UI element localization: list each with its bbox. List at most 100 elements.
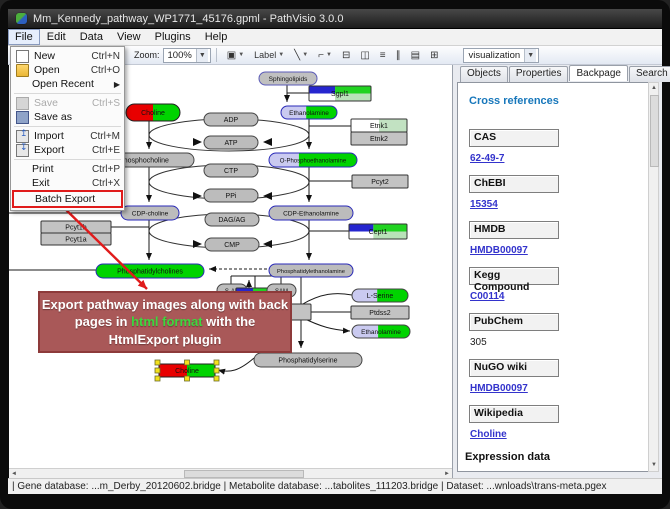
menu-item-spacer [14,164,28,175]
stack-vertical[interactable]: ∥ [392,48,405,63]
selection-handle[interactable] [155,368,160,373]
node-atp[interactable]: ATP [204,136,258,149]
tab-backpage[interactable]: Backpage [569,65,627,81]
node-sphingolipids[interactable]: Sphingolipids [259,72,317,85]
tab-properties[interactable]: Properties [509,66,569,82]
common-height-icon: ⊞ [430,50,438,61]
backpage-section-hmdb: HMDB HMDB00097 [469,221,648,256]
node-label: L-Serine [367,293,394,300]
node-etnk2[interactable]: Etnk2 [351,132,407,145]
node-phosphatidylethanolamine[interactable]: Phosphatidylethanolamine [269,264,353,277]
menu-plugins[interactable]: Plugins [148,29,198,45]
file-menu-item-exit[interactable]: ExitCtrl+X [11,176,124,190]
crossref-link[interactable]: Choline [470,429,507,440]
menu-file[interactable]: File [8,29,40,45]
node-dag-ag[interactable]: DAG/AG [205,213,259,226]
label-tool[interactable]: Label▼ [250,48,288,62]
line-tool[interactable]: ╲▼ [290,48,312,63]
backpage-section-wikipedia: WikipediaCholine [469,405,648,440]
backpage-section-nugo-wiki: NuGO wikiHMDB00097 [469,359,648,394]
node-ppi[interactable]: PPi [204,189,258,202]
file-menu-item-print[interactable]: PrintCtrl+P [11,162,124,176]
chevron-down-icon[interactable]: ▼ [326,52,332,58]
horizontal-scrollbar[interactable]: ◄ ► [9,468,452,478]
selection-handle[interactable] [214,376,219,381]
arrowhead-icon [193,138,202,146]
align-center-vertical[interactable]: ◫ [356,48,373,63]
title-bar[interactable]: Mm_Kennedy_pathway_WP1771_45176.gpml - P… [8,9,662,29]
node-label: ATP [224,140,237,147]
node-cdp-choline[interactable]: CDP-choline [121,206,179,220]
common-height[interactable]: ⊞ [426,48,442,63]
selection-handle[interactable] [185,360,190,365]
gene-tool[interactable]: ▣▼ [223,48,248,63]
align-center-horizontal[interactable]: ⊟ [338,48,354,63]
node-cept1[interactable]: Cept1 [349,224,407,239]
node-pcyt1b[interactable]: Pcyt1b [41,221,111,233]
selection-handle[interactable] [185,376,190,381]
backpage-section-header: HMDB [469,221,559,239]
node-ptdss2[interactable]: Ptdss2 [351,306,409,319]
menu-edit[interactable]: Edit [40,29,73,45]
file-menu-item-save-as[interactable]: Save as [11,110,124,124]
node-adp[interactable]: ADP [204,113,258,126]
file-menu-item-open-recent[interactable]: Open Recent▶ [11,77,124,91]
common-width[interactable]: ▤ [407,48,424,63]
visualization-combobox[interactable]: visualization ▼ [463,48,539,63]
vertical-scrollbar[interactable]: ▲ ▼ [648,82,659,472]
node-cdp-ethanolamine[interactable]: CDP-Ethanolamine [269,206,353,220]
node-l-serine[interactable]: L-Serine [352,289,408,302]
connector-tool[interactable]: ⌐▼ [314,48,336,63]
file-menu-item-export[interactable]: ExportCtrl+E [11,143,124,157]
menu-item-shortcut: Ctrl+N [91,51,120,62]
menu-data[interactable]: Data [73,29,110,45]
node-ctp[interactable]: CTP [204,164,258,177]
selection-handle[interactable] [155,360,160,365]
horizontal-scrollbar-thumb[interactable] [184,470,304,478]
node-choline-top[interactable]: Choline [126,104,180,121]
node-o-phosphoethanolamine[interactable]: O-Phosphoethanolamine [269,153,357,167]
chevron-down-icon[interactable]: ▼ [238,52,244,58]
menu-view[interactable]: View [110,29,148,45]
node-ethanolamine-bottom[interactable]: Ethanolamine [352,325,410,338]
crossref-link[interactable]: 62-49-7 [470,153,504,164]
node-label: Pcyt2 [371,179,389,186]
crossref-link[interactable]: C00114 [470,291,504,302]
chevron-down-icon[interactable]: ▼ [524,49,536,62]
file-menu-item-new[interactable]: NewCtrl+N [11,49,124,63]
selection-handle[interactable] [214,360,219,365]
tab-objects[interactable]: Objects [460,66,508,82]
crossref-link[interactable]: HMDB00097 [470,245,528,256]
node-label: Ethanolamine [361,329,401,336]
node-sgpl1[interactable]: Sgpl1 [309,86,371,101]
crossref-link[interactable]: 15354 [470,199,498,210]
node-phosphatidylcholines[interactable]: Phosphatidylcholines [96,264,204,278]
node-etnk1[interactable]: Etnk1 [351,119,407,132]
chevron-down-icon[interactable]: ▼ [302,52,308,58]
stack-horizontal[interactable]: ≡ [376,48,390,63]
file-menu-item-import[interactable]: ImportCtrl+M [11,129,124,143]
node-label: Ptdss2 [369,310,391,317]
file-menu-item-batch-export[interactable]: Batch Export [14,192,121,206]
tab-search[interactable]: Search [629,66,670,82]
scroll-down-icon[interactable]: ▼ [651,461,657,470]
chevron-down-icon[interactable]: ▼ [278,52,284,58]
node-ethanolamine-top[interactable]: Ethanolamine [281,106,337,119]
chevron-down-icon[interactable]: ▼ [196,49,208,62]
node-choline-selected[interactable]: Choline [155,360,219,381]
node-label: Ethanolamine [289,110,329,117]
scroll-up-icon[interactable]: ▲ [651,84,657,93]
backpage-section-value: 62-49-7 [470,153,648,164]
save-icon [16,97,29,110]
node-cmp[interactable]: CMP [205,238,259,251]
node-pcyt1a[interactable]: Pcyt1a [41,233,111,245]
selection-handle[interactable] [155,376,160,381]
menu-help[interactable]: Help [198,29,235,45]
vertical-scrollbar-thumb[interactable] [650,95,659,167]
crossref-link[interactable]: HMDB00097 [470,383,528,394]
node-pcyt2[interactable]: Pcyt2 [352,175,408,188]
node-phosphatidylserine[interactable]: Phosphatidylserine [254,353,362,367]
selection-handle[interactable] [214,368,219,373]
zoom-combobox[interactable]: 100% ▼ [163,48,211,63]
file-menu-item-open[interactable]: OpenCtrl+O [11,63,124,77]
